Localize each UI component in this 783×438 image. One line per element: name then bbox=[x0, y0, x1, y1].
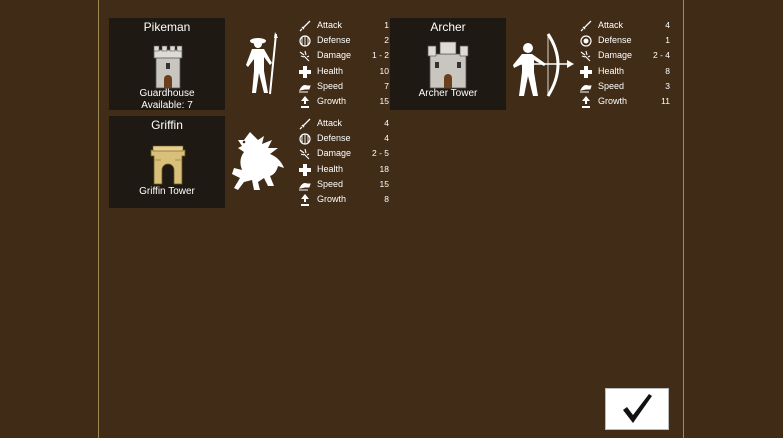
health-cross-icon bbox=[580, 65, 592, 78]
unit-stats-griffin: Attack 4 Defense 4 Damage 2 - 5 Health 18 Sp… bbox=[299, 116, 389, 207]
stat-damage: Damage 2 - 4 bbox=[580, 48, 670, 63]
confirm-button[interactable] bbox=[605, 388, 669, 430]
stat-defense: Defense 2 bbox=[299, 33, 389, 48]
stat-defense: Defense 1 bbox=[580, 33, 670, 48]
health-cross-icon bbox=[299, 65, 311, 78]
stat-speed: Speed 3 bbox=[580, 79, 670, 94]
unit-card-griffin[interactable]: Griffin Griffin Tower bbox=[109, 116, 225, 208]
stat-health: Health 10 bbox=[299, 64, 389, 79]
building-name: Guardhouse Available: 7 bbox=[109, 88, 225, 112]
archer-silhouette-icon bbox=[513, 33, 574, 97]
growth-icon bbox=[301, 193, 309, 206]
available-count: Available: 7 bbox=[141, 100, 193, 111]
building-name: Archer Tower bbox=[418, 88, 478, 99]
damage-icon bbox=[299, 149, 310, 160]
stat-damage: Damage 1 - 2 bbox=[299, 48, 389, 63]
guardhouse-building-icon bbox=[153, 45, 183, 89]
sword-icon bbox=[299, 118, 311, 130]
speed-icon bbox=[299, 182, 311, 191]
sword-icon bbox=[299, 20, 311, 32]
stat-defense: Defense 4 bbox=[299, 131, 389, 146]
stat-attack: Attack 4 bbox=[299, 116, 389, 131]
unit-card-pikeman[interactable]: Pikeman Guardhouse Available: 7 bbox=[109, 18, 225, 112]
stat-attack: Attack 4 bbox=[580, 18, 670, 33]
damage-icon bbox=[580, 51, 591, 62]
sword-icon bbox=[580, 20, 592, 32]
speed-icon bbox=[580, 84, 592, 93]
shield-icon bbox=[299, 133, 311, 145]
stat-speed: Speed 15 bbox=[299, 177, 389, 192]
stat-health: Health 8 bbox=[580, 64, 670, 79]
pikeman-silhouette-icon bbox=[246, 32, 278, 95]
health-cross-icon bbox=[299, 163, 311, 176]
unit-stats-pikeman: Attack 1 Defense 2 Damage 1 - 2 Health 10 Sp… bbox=[299, 18, 389, 109]
stat-damage: Damage 2 - 5 bbox=[299, 146, 389, 161]
growth-icon bbox=[582, 95, 590, 108]
stat-growth: Growth 11 bbox=[580, 94, 670, 109]
unit-stats-archer: Attack 4 Defense 1 Damage 2 - 4 Health 8 Spe… bbox=[580, 18, 670, 109]
griffin-tower-building-icon bbox=[150, 145, 186, 185]
stat-health: Health 18 bbox=[299, 162, 389, 177]
shield-icon bbox=[580, 35, 592, 47]
shield-icon bbox=[299, 35, 311, 47]
checkmark-icon bbox=[623, 394, 652, 423]
building-name: Griffin Tower bbox=[139, 186, 195, 197]
stat-growth: Growth 8 bbox=[299, 192, 389, 207]
growth-icon bbox=[301, 95, 309, 108]
griffin-silhouette-icon bbox=[232, 132, 284, 190]
stat-attack: Attack 1 bbox=[299, 18, 389, 33]
speed-icon bbox=[299, 84, 311, 93]
damage-icon bbox=[299, 51, 310, 62]
stat-speed: Speed 7 bbox=[299, 79, 389, 94]
stat-growth: Growth 15 bbox=[299, 94, 389, 109]
unit-card-archer[interactable]: Archer Archer Tower bbox=[390, 18, 506, 110]
archer-tower-building-icon bbox=[427, 41, 469, 89]
